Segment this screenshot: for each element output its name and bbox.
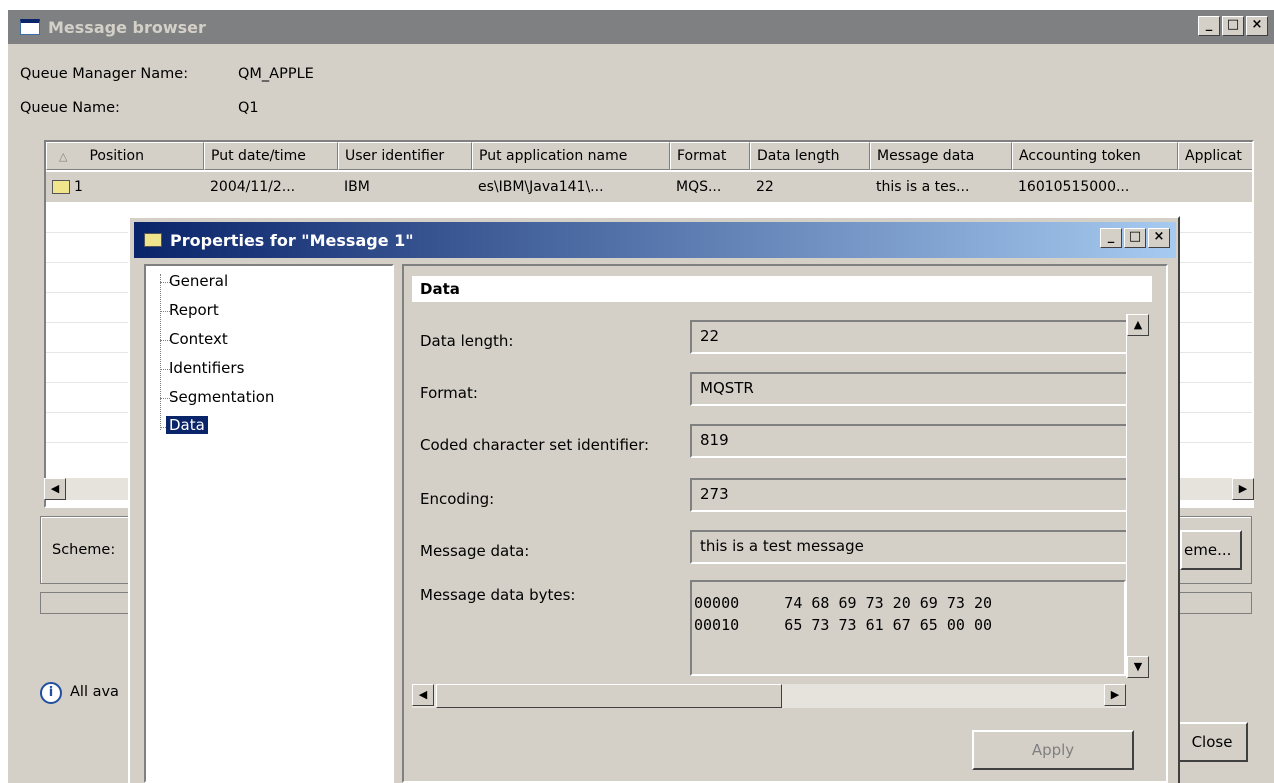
tree-item-segmentation[interactable]: Segmentation bbox=[166, 388, 277, 406]
message-browser-titlebar[interactable]: Message browser _ □ × bbox=[8, 10, 1274, 44]
dialog-maximize-button[interactable]: □ bbox=[1124, 228, 1146, 248]
dialog-title: Properties for "Message 1" bbox=[170, 230, 414, 250]
format-label: Format: bbox=[420, 384, 478, 402]
tree-item-identifiers[interactable]: Identifiers bbox=[166, 359, 247, 377]
column-header-accounting-token[interactable]: Accounting token bbox=[1012, 142, 1178, 170]
ccsid-field[interactable]: 819 bbox=[690, 424, 1150, 458]
queue-manager-value: QM_APPLE bbox=[238, 66, 314, 82]
tree-item-report[interactable]: Report bbox=[166, 301, 222, 319]
data-length-label: Data length: bbox=[420, 332, 514, 350]
hex-line: 00000 74 68 69 73 20 69 73 20 bbox=[694, 594, 993, 612]
table-cell: MQS... bbox=[670, 172, 750, 202]
panel-vertical-scrollbar[interactable]: ▲ ▼ bbox=[1126, 314, 1150, 678]
minimize-button[interactable]: _ bbox=[1198, 16, 1220, 36]
properties-dialog-titlebar[interactable]: Properties for "Message 1" _ □ × bbox=[134, 222, 1176, 258]
column-header-message-data[interactable]: Message data bbox=[870, 142, 1012, 170]
scroll-left-icon[interactable]: ◀ bbox=[412, 684, 434, 706]
column-header-put-application-name[interactable]: Put application name bbox=[472, 142, 670, 170]
close-window-button[interactable]: × bbox=[1246, 16, 1268, 36]
scroll-right-icon[interactable]: ▶ bbox=[1104, 684, 1126, 706]
format-field[interactable]: MQSTR bbox=[690, 372, 1150, 406]
message-data-bytes-label: Message data bytes: bbox=[420, 586, 576, 604]
window-title: Message browser bbox=[48, 17, 206, 37]
queue-name-label: Queue Name: bbox=[20, 100, 120, 116]
scheme-button[interactable]: eme... bbox=[1180, 530, 1242, 570]
table-cell: es\IBM\Java141\... bbox=[472, 172, 670, 202]
column-header-application[interactable]: Applicat bbox=[1178, 142, 1252, 170]
message-icon-cell: 1 bbox=[46, 172, 204, 202]
column-header-data-length[interactable]: Data length bbox=[750, 142, 870, 170]
properties-tree: General Report Context Identifiers Segme… bbox=[144, 264, 394, 783]
table-cell bbox=[1178, 172, 1252, 202]
table-cell: 16010515000... bbox=[1012, 172, 1178, 202]
column-header-user-identifier[interactable]: User identifier bbox=[338, 142, 472, 170]
maximize-button[interactable]: □ bbox=[1222, 16, 1244, 36]
table-cell: this is a tes... bbox=[870, 172, 1012, 202]
dialog-close-button[interactable]: × bbox=[1148, 228, 1170, 248]
window-icon bbox=[20, 19, 40, 35]
hex-line: 00010 65 73 73 61 67 65 00 00 bbox=[694, 616, 993, 634]
table-cell: 22 bbox=[750, 172, 870, 202]
tree-item-general[interactable]: General bbox=[166, 272, 231, 290]
column-header-position[interactable]: △ Position bbox=[46, 142, 204, 170]
close-button[interactable]: Close bbox=[1176, 722, 1248, 762]
tree-item-data[interactable]: Data bbox=[166, 416, 208, 434]
queue-name-value: Q1 bbox=[238, 100, 259, 116]
tree-item-context[interactable]: Context bbox=[166, 330, 231, 348]
column-header-format[interactable]: Format bbox=[670, 142, 750, 170]
panel-horizontal-scrollbar[interactable]: ◀ ▶ bbox=[412, 684, 1126, 708]
dialog-minimize-button[interactable]: _ bbox=[1100, 228, 1122, 248]
encoding-label: Encoding: bbox=[420, 490, 495, 508]
scroll-thumb[interactable] bbox=[436, 684, 782, 708]
envelope-icon bbox=[144, 233, 162, 247]
message-data-label: Message data: bbox=[420, 542, 530, 560]
scroll-left-icon[interactable]: ◀ bbox=[44, 478, 66, 500]
table-cell: 2004/11/2... bbox=[204, 172, 338, 202]
message-data-field[interactable]: this is a test message bbox=[690, 530, 1150, 564]
scroll-up-icon[interactable]: ▲ bbox=[1127, 314, 1149, 336]
section-title: Data bbox=[412, 276, 1152, 302]
scroll-down-icon[interactable]: ▼ bbox=[1127, 656, 1149, 678]
message-data-bytes-field[interactable]: 00000 74 68 69 73 20 69 73 20 00010 65 73… bbox=[690, 580, 1126, 676]
scheme-label: Scheme: bbox=[52, 542, 116, 558]
apply-button[interactable]: Apply bbox=[972, 730, 1134, 770]
sort-ascending-icon: △ bbox=[59, 150, 68, 163]
column-header-put-date-time[interactable]: Put date/time bbox=[204, 142, 338, 170]
info-icon: i bbox=[40, 682, 62, 704]
queue-manager-label: Queue Manager Name: bbox=[20, 66, 189, 82]
table-cell: IBM bbox=[338, 172, 472, 202]
encoding-field[interactable]: 273 bbox=[690, 478, 1150, 512]
scroll-right-icon[interactable]: ▶ bbox=[1232, 478, 1254, 500]
envelope-icon bbox=[52, 180, 70, 194]
status-text: All ava bbox=[70, 684, 119, 700]
ccsid-label: Coded character set identifier: bbox=[420, 436, 650, 454]
data-length-field[interactable]: 22 bbox=[690, 320, 1150, 354]
